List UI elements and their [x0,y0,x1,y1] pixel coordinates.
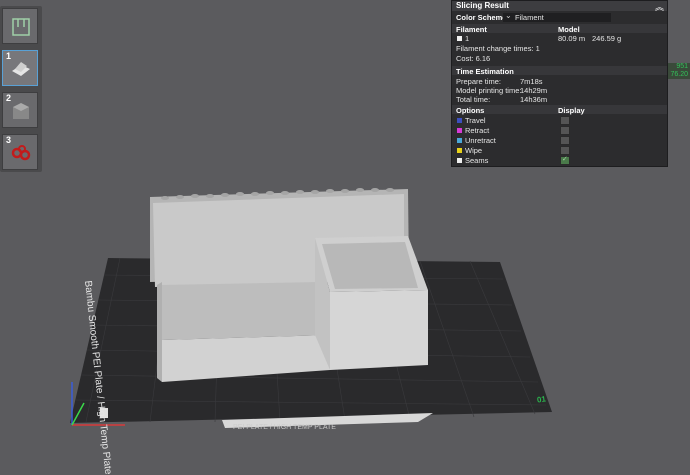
filament-id: 1 [465,34,470,43]
option-unretract-label: Unretract [465,136,496,145]
seams-display-checkbox[interactable] [560,155,570,165]
model-right-box-inner [322,242,418,289]
model-header: Model [558,25,580,34]
readout-line-2: 76.20 [670,71,688,78]
model-print-time-label: Model printing time: [456,86,522,95]
plate-thumb-3[interactable]: 3 [2,134,38,170]
model-left-bin-floor [160,282,330,340]
prepare-time-value: 7m18s [520,77,543,86]
plate-front-text: PEI PLATE / HIGH TEMP PLATE [233,424,336,431]
option-wipe-label: Wipe [465,146,483,155]
color-scheme-select[interactable]: ⌄ Filament [503,11,611,22]
plate-model-icon [13,103,29,119]
seams-color-swatch [457,158,462,163]
model-left-side [157,282,162,382]
retract-display-checkbox[interactable] [560,126,570,135]
travel-display-checkbox[interactable] [560,116,570,125]
readout-line-1: 951 [676,63,688,70]
slicing-result-panel: Slicing Result ︽ Color Scheme ⌄ Filament… [451,0,668,167]
cost: Cost: 6.16 [456,54,491,63]
model-print-time-value: 14h29m [520,86,548,95]
filament-header: Filament [456,25,487,34]
plate-thumb-2[interactable]: 2 [2,92,38,128]
model-right-box-front [330,290,428,370]
panel-header: Slicing Result ︽ [452,0,667,13]
color-scheme-label: Color Scheme [456,13,507,22]
prepare-time-label: Prepare time: [456,77,502,86]
time-estimation-header: Time Estimation [456,67,514,76]
color-scheme-value: Filament [515,13,544,22]
total-time-label: Total time: [456,95,491,104]
plate-thumb-1[interactable]: 1 [2,50,38,86]
travel-color-swatch [457,118,462,123]
plate-stack-icon [12,18,30,36]
retract-color-swatch [457,128,462,133]
layer-readout: 951 76.20 [668,63,690,79]
plate-sidebar: 1 2 3 [0,6,42,172]
unretract-display-checkbox[interactable] [560,136,570,145]
plate-model-icon [12,62,30,76]
wipe-display-checkbox[interactable] [560,146,570,155]
model-weight: 246.59 g [592,34,622,43]
filament-color-swatch [457,36,462,41]
unretract-color-swatch [457,138,462,143]
wipe-color-swatch [457,148,462,153]
collapse-icon[interactable]: ︽ [655,0,664,13]
axis-number: 01 [536,394,547,405]
option-retract-label: Retract [465,126,490,135]
filament-change-times: Filament change times: 1 [456,44,540,53]
option-seams-label: Seams [465,156,489,165]
option-travel-label: Travel [465,116,486,125]
plate-toggle-button[interactable] [2,8,38,44]
total-time-value: 14h36m [520,95,548,104]
display-header: Display [558,106,585,115]
plate-model-icon [11,145,31,161]
model-length: 80.09 m [558,34,586,43]
panel-title: Slicing Result [456,1,509,10]
options-header: Options [456,106,485,115]
chevron-down-icon: ⌄ [505,11,512,20]
